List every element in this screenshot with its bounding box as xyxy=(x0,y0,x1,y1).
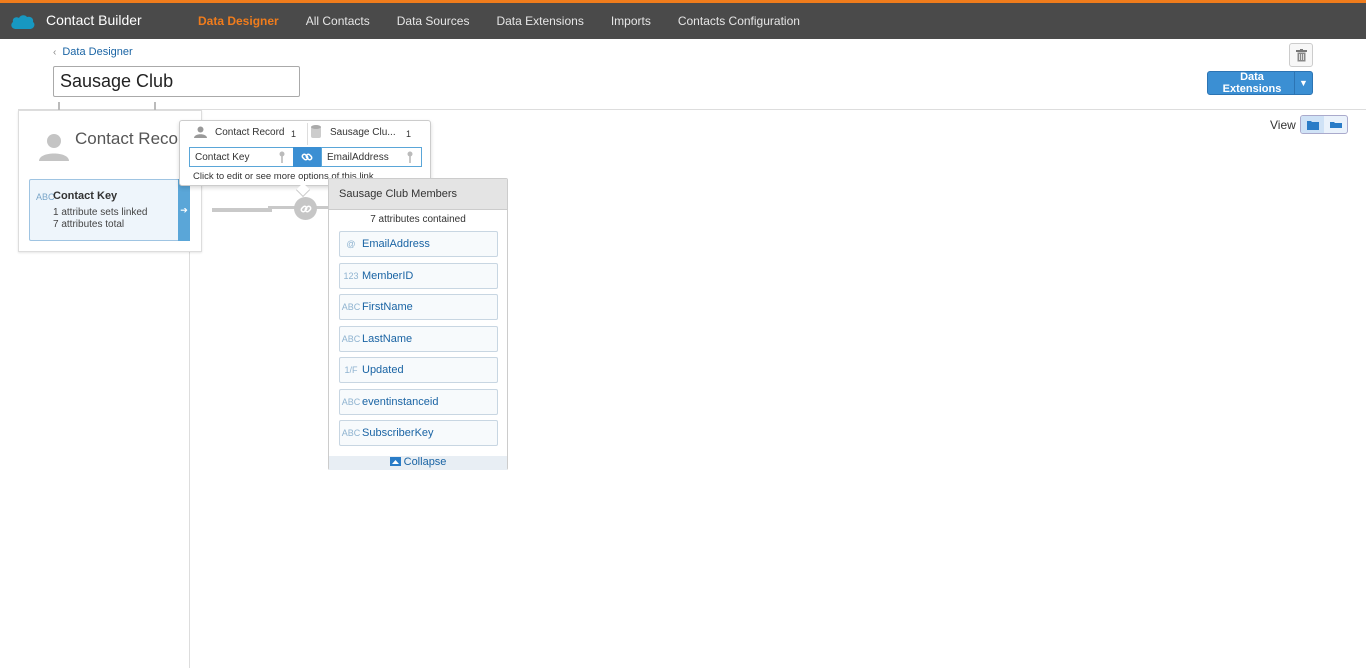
contact-record-title: Contact Record xyxy=(75,129,193,148)
attribute-name: SubscriberKey xyxy=(362,427,434,439)
folder-open-icon xyxy=(1329,121,1342,128)
page-title-input[interactable] xyxy=(53,66,300,97)
breadcrumb[interactable]: ‹ Data Designer xyxy=(53,46,133,58)
email-type-icon: @ xyxy=(346,239,356,249)
attribute-name: LastName xyxy=(362,332,413,345)
collapse-up-icon xyxy=(389,457,401,466)
card-view-button[interactable] xyxy=(1301,116,1324,133)
top-nav-bar: Contact Builder Data Designer All Contac… xyxy=(0,0,1366,39)
attribute-name: MemberID xyxy=(362,269,414,282)
nav-data-extensions[interactable]: Data Extensions xyxy=(496,14,583,28)
person-icon xyxy=(39,134,69,161)
data-extension-panel[interactable]: Sausage Club Members 7 attributes contai… xyxy=(328,178,508,470)
attribute-item[interactable]: ABC eventinstanceid xyxy=(339,388,498,415)
popup-left-field-label: Contact Key xyxy=(195,152,250,163)
nav-data-designer[interactable]: Data Designer xyxy=(198,14,279,28)
popup-right-field-label: EmailAddress xyxy=(327,152,389,163)
contact-key-linked: 1 attribute sets linked xyxy=(53,207,148,218)
attribute-item[interactable]: 123 MemberID xyxy=(339,262,498,289)
contact-key-card[interactable]: ABC Contact Key 1 attribute sets linked … xyxy=(29,179,190,241)
person-icon xyxy=(194,126,207,138)
attribute-item[interactable]: ABC LastName xyxy=(339,325,498,352)
popup-left-count: 1 xyxy=(291,129,297,139)
text-type-icon: ABC xyxy=(341,302,361,312)
link-node-button[interactable] xyxy=(294,197,317,220)
attribute-item[interactable]: ABC SubscriberKey xyxy=(339,420,498,446)
popup-right-name: Sausage Clu... xyxy=(330,127,396,138)
attribute-item[interactable]: ABC FirstName xyxy=(339,294,498,320)
text-type-icon: ABC xyxy=(341,396,361,407)
arrow-right-icon[interactable]: ➔ xyxy=(178,179,190,241)
link-detail-popup[interactable]: Contact Record 1 Sausage Clu... 1 Contac… xyxy=(179,120,431,198)
folder-icon xyxy=(1306,120,1319,130)
popup-left-name: Contact Record xyxy=(215,127,285,138)
data-extensions-button[interactable]: Data Extensions ▼ xyxy=(1207,71,1313,95)
popup-pointer xyxy=(295,182,311,198)
data-extension-title[interactable]: Sausage Club Members xyxy=(329,179,507,210)
list-view-button[interactable] xyxy=(1324,116,1347,133)
salesforce-cloud-icon[interactable] xyxy=(10,13,36,31)
nav-data-sources[interactable]: Data Sources xyxy=(397,14,470,28)
number-type-icon: 123 xyxy=(343,270,359,281)
trash-icon xyxy=(1295,48,1307,61)
boolean-type-icon: 1/F xyxy=(344,365,358,375)
attribute-name: Updated xyxy=(362,364,404,376)
contact-record-panel[interactable]: Contact Record ABC Contact Key 1 attribu… xyxy=(18,110,202,252)
database-icon xyxy=(311,125,321,138)
main-nav: Data Designer All Contacts Data Sources … xyxy=(198,14,827,28)
nav-contacts-configuration[interactable]: Contacts Configuration xyxy=(678,14,800,28)
collapse-label: Collapse xyxy=(403,456,447,468)
key-icon xyxy=(279,151,285,163)
text-type-icon: ABC xyxy=(36,192,55,202)
relationship-line xyxy=(212,208,272,212)
popup-right-field[interactable]: EmailAddress xyxy=(321,147,422,167)
nav-imports[interactable]: Imports xyxy=(611,14,651,28)
popup-right-count: 1 xyxy=(406,129,412,139)
chevron-left-icon: ‹ xyxy=(53,47,57,58)
link-toggle-button[interactable] xyxy=(293,147,321,167)
canvas-divider xyxy=(18,109,1366,110)
chain-link-icon xyxy=(301,153,313,161)
attribute-name: eventinstanceid xyxy=(362,395,439,408)
contact-key-name: Contact Key xyxy=(53,190,118,202)
attribute-item[interactable]: 1/F Updated xyxy=(339,357,498,383)
app-title: Contact Builder xyxy=(46,12,142,28)
delete-button[interactable] xyxy=(1289,43,1313,67)
popup-separator xyxy=(307,123,308,145)
key-icon xyxy=(407,151,413,163)
caret-down-icon[interactable]: ▼ xyxy=(1294,72,1312,94)
text-type-icon: ABC xyxy=(341,428,361,438)
view-toggle[interactable] xyxy=(1300,115,1348,134)
breadcrumb-link[interactable]: Data Designer xyxy=(62,46,132,58)
popup-left-field[interactable]: Contact Key xyxy=(189,147,294,167)
text-type-icon: ABC xyxy=(341,333,361,344)
data-extension-body: 7 attributes contained @ EmailAddress 12… xyxy=(329,210,507,456)
nav-all-contacts[interactable]: All Contacts xyxy=(306,14,370,28)
attribute-item[interactable]: @ EmailAddress xyxy=(339,231,498,257)
contact-key-total: 7 attributes total xyxy=(53,219,125,230)
attribute-count: 7 attributes contained xyxy=(370,214,466,225)
data-extensions-button-label: Data Extensions xyxy=(1222,71,1282,95)
attribute-name: EmailAddress xyxy=(362,238,430,250)
attribute-name: FirstName xyxy=(362,301,413,313)
canvas-left-divider xyxy=(189,250,190,668)
chain-link-icon xyxy=(300,205,311,212)
collapse-button[interactable]: Collapse xyxy=(329,456,507,470)
view-label: View xyxy=(1270,118,1296,132)
